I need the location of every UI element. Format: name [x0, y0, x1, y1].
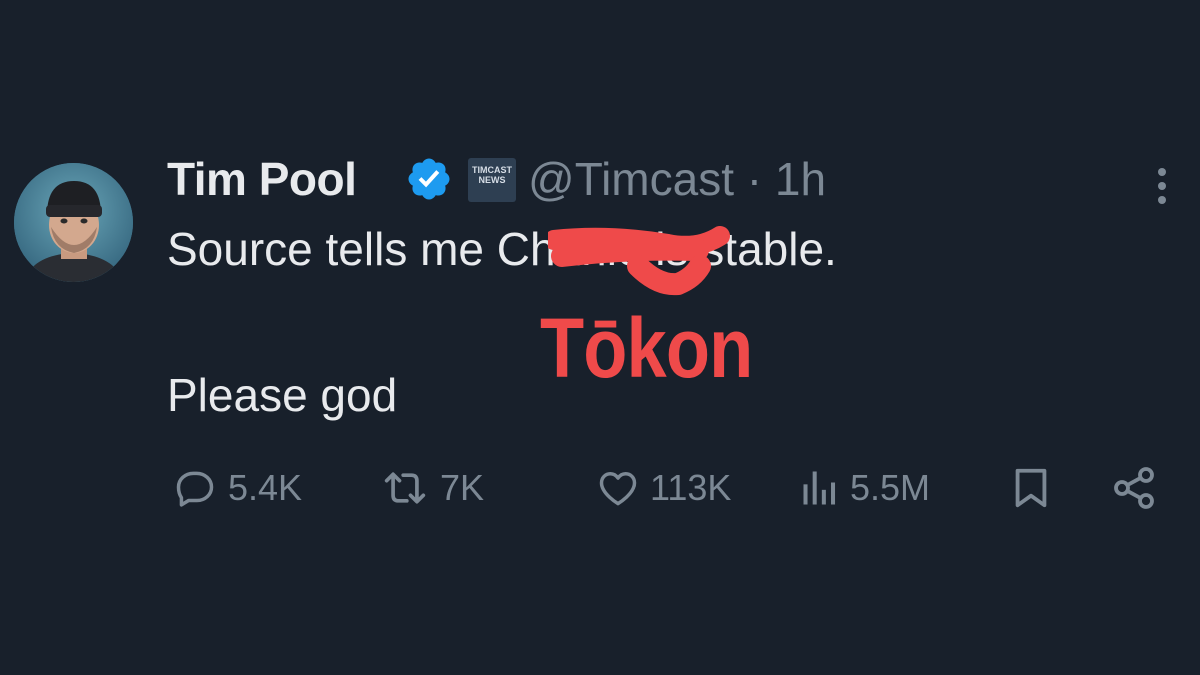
tweet-text-line2: Please god: [167, 369, 398, 421]
bookmark-button[interactable]: [1008, 460, 1054, 516]
share-icon: [1114, 467, 1154, 509]
timestamp[interactable]: 1h: [775, 153, 826, 205]
share-button[interactable]: [1110, 460, 1158, 516]
like-button[interactable]: 113K: [594, 460, 731, 516]
reply-count: 5.4K: [228, 467, 303, 508]
bookmark-icon: [1015, 468, 1047, 508]
reply-button[interactable]: 5.4K: [170, 460, 302, 516]
views-icon: [803, 471, 836, 505]
more-vertical-icon[interactable]: [1148, 164, 1176, 208]
author-handle[interactable]: @Timcast: [528, 153, 734, 205]
views-count: 5.5M: [850, 467, 931, 508]
like-count: 113K: [650, 467, 732, 508]
author-name[interactable]: Tim Pool: [167, 150, 357, 208]
heart-icon: [599, 471, 637, 506]
repost-count: 7K: [440, 467, 485, 508]
affiliate-badge[interactable]: TIMCAST NEWS: [468, 158, 516, 202]
avatar[interactable]: [14, 163, 133, 282]
affiliate-badge-text: TIMCAST NEWS: [472, 165, 512, 185]
overlay-stamp-text: Tōkon: [540, 301, 753, 395]
repost-button[interactable]: 7K: [378, 460, 484, 516]
separator-dot: ·: [746, 153, 763, 205]
views-button[interactable]: 5.5M: [798, 460, 930, 516]
text-before: Source tells me: [167, 223, 497, 275]
verified-badge-icon: [408, 158, 450, 200]
handle-line: @Timcast · 1h: [528, 150, 826, 208]
reply-icon: [176, 471, 214, 507]
repost-icon: [384, 472, 426, 504]
tweet-card: Tim Pool TIMCAST NEWS @Timcast · 1h Sour…: [0, 0, 1200, 675]
red-scribble: [548, 226, 730, 296]
